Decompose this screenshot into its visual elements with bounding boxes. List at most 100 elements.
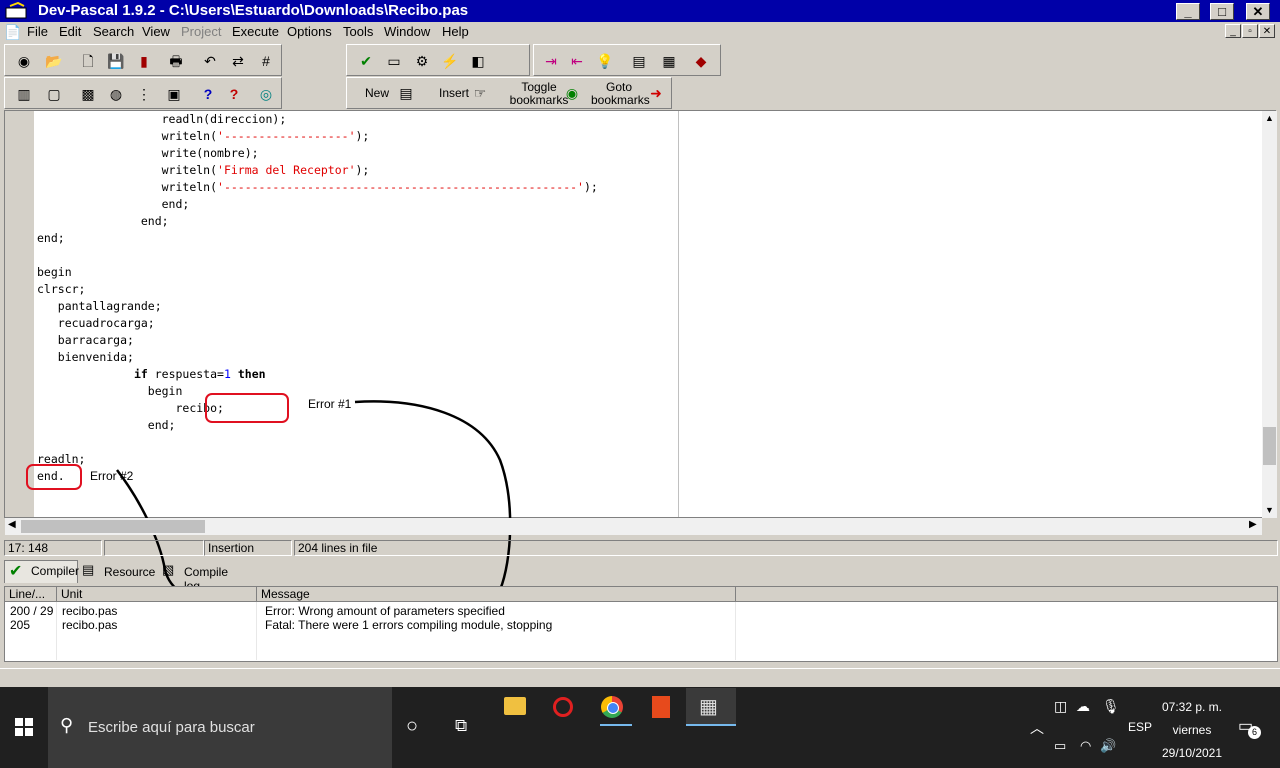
horizontal-scroll-thumb[interactable] (21, 520, 205, 533)
save-icon[interactable]: 💾 (107, 52, 125, 70)
office-icon[interactable] (652, 696, 670, 718)
volume-icon[interactable]: 🔊 (1100, 738, 1116, 754)
open-file-icon[interactable]: 📂 (45, 52, 63, 70)
toggle-bookmarks-button[interactable]: Toggle bookmarks ◉ (507, 78, 585, 108)
wifi-icon[interactable]: ◠ (1080, 738, 1091, 754)
mdi-close-button[interactable]: ✕ (1259, 24, 1275, 38)
column-header-line[interactable]: Line/... (5, 587, 57, 602)
code-line[interactable]: bienvenida; (37, 349, 134, 366)
tab-resource[interactable]: ▤ Resource (80, 560, 156, 582)
indent-icon[interactable]: ⇥ (542, 52, 560, 70)
compile-icon[interactable]: ✔ (357, 52, 375, 70)
rebuild-all-icon[interactable]: ⚡ (441, 52, 459, 70)
dev-pascal-app-icon[interactable] (4, 2, 30, 20)
app-red-icon[interactable] (553, 697, 573, 717)
task-view-icon[interactable]: ⧉ (455, 716, 467, 736)
mdi-minimize-button[interactable]: _ (1225, 24, 1241, 38)
code-line[interactable]: writeln('------------------'); (37, 128, 370, 145)
clock[interactable]: 07:32 p. m. viernes 29/10/2021 (1150, 698, 1234, 760)
compile-run-icon[interactable]: ⚙ (413, 52, 431, 70)
code-line[interactable]: write(nombre); (37, 145, 259, 162)
context-help-icon[interactable]: ? (225, 85, 243, 103)
table-row[interactable]: 200 / 29 recibo.pas Error: Wrong amount … (5, 604, 1277, 618)
menu-tools[interactable]: Tools (343, 24, 373, 39)
menu-window[interactable]: Window (384, 24, 430, 39)
code-line[interactable]: end; (37, 213, 169, 230)
tab-compiler[interactable]: ✔ Compiler (4, 560, 79, 583)
code-line[interactable]: end; (37, 230, 65, 247)
tree-icon[interactable]: ⋮ (135, 85, 153, 103)
code-line[interactable]: barracarga; (37, 332, 134, 349)
file-explorer-icon[interactable] (504, 697, 526, 715)
project-options-icon[interactable]: ▦ (660, 52, 678, 70)
goto-bookmarks-button[interactable]: Goto bookmarks ➜ (587, 78, 671, 108)
insert-button[interactable]: Insert ☞ (435, 78, 505, 108)
taskbar-search-box[interactable]: ⚲ Escribe aquí para buscar (48, 687, 392, 768)
new-button[interactable]: New ▤ (355, 78, 431, 108)
code-lines[interactable]: readln(direccion); writeln('------------… (37, 111, 1257, 517)
code-line[interactable]: if respuesta=1 then (37, 366, 266, 383)
maximize-button[interactable]: □ (1210, 3, 1234, 20)
battery-icon[interactable]: ▭ (1054, 738, 1066, 754)
disk-icon[interactable]: ◍ (107, 85, 125, 103)
add-to-project-icon[interactable]: ▤ (630, 52, 648, 70)
new-file-icon[interactable]: 🗋 (79, 52, 97, 70)
cortana-icon[interactable]: ○ (406, 715, 418, 738)
chevron-up-icon[interactable]: ︿ (1030, 718, 1044, 738)
code-line[interactable]: begin (37, 264, 72, 281)
code-line[interactable]: recuadrocarga; (37, 315, 155, 332)
run-icon[interactable]: ▭ (385, 52, 403, 70)
meet-now-icon[interactable]: ◫ (1054, 698, 1067, 715)
debug-icon[interactable]: ◧ (469, 52, 487, 70)
vertical-scroll-thumb[interactable] (1263, 427, 1276, 465)
web-icon[interactable]: ◎ (257, 85, 275, 103)
help-icon[interactable]: ? (199, 85, 217, 103)
column-header-message[interactable]: Message (257, 587, 736, 602)
goto-line-icon[interactable]: # (257, 52, 275, 70)
scroll-up-arrow-icon[interactable]: ▲ (1265, 113, 1274, 123)
project-icon[interactable]: ▥ (15, 85, 33, 103)
menu-file[interactable]: File (27, 24, 48, 39)
resource-icon[interactable]: ▩ (79, 85, 97, 103)
menu-help[interactable]: Help (442, 24, 469, 39)
eraser-icon[interactable]: ◆ (692, 52, 710, 70)
lightbulb-icon[interactable]: 💡 (596, 52, 614, 70)
horizontal-scrollbar[interactable]: ◀ ▶ (5, 518, 1262, 535)
code-line[interactable]: end; (37, 417, 176, 434)
code-line[interactable]: pantallagrande; (37, 298, 162, 315)
code-line[interactable]: readln(direccion); (37, 111, 287, 128)
microphone-icon[interactable]: 🎙 (1102, 698, 1120, 715)
open-project-icon[interactable]: ◉ (15, 52, 33, 70)
unindent-icon[interactable]: ⇤ (568, 52, 586, 70)
mdi-restore-button[interactable]: ▫ (1242, 24, 1258, 38)
code-line[interactable]: begin (37, 383, 183, 400)
table-row[interactable]: 205 recibo.pas Fatal: There were 1 error… (5, 618, 1277, 632)
code-line[interactable]: writeln('-------------------------------… (37, 179, 598, 196)
print-icon[interactable]: 🖶 (167, 52, 185, 70)
language-indicator[interactable]: ESP (1128, 720, 1152, 734)
close-button[interactable]: ✕ (1246, 3, 1270, 20)
menu-execute[interactable]: Execute (232, 24, 279, 39)
windows-start-icon[interactable] (15, 718, 33, 736)
chrome-icon[interactable] (601, 696, 623, 718)
scroll-left-arrow-icon[interactable]: ◀ (8, 519, 16, 530)
code-line[interactable]: recibo; (37, 400, 223, 417)
undo-icon[interactable]: ↶ (201, 52, 219, 70)
document-icon[interactable]: 📄 (4, 24, 21, 41)
menu-options[interactable]: Options (287, 24, 332, 39)
minimize-button[interactable]: _ (1176, 3, 1200, 20)
column-header-unit[interactable]: Unit (57, 587, 257, 602)
dev-pascal-taskbar-button[interactable]: ▦ (686, 688, 736, 726)
replace-icon[interactable]: ⇄ (229, 52, 247, 70)
window-icon[interactable]: ▢ (45, 85, 63, 103)
onedrive-icon[interactable]: ☁ (1076, 698, 1090, 715)
tab-compile-log[interactable]: ▧ Compile log (160, 560, 246, 593)
code-line[interactable]: writeln('Firma del Receptor'); (37, 162, 370, 179)
code-line[interactable]: end; (37, 196, 190, 213)
close-file-icon[interactable]: ▮ (135, 52, 153, 70)
vertical-scrollbar[interactable]: ▲ ▼ (1262, 111, 1277, 518)
scroll-right-arrow-icon[interactable]: ▶ (1249, 519, 1257, 530)
notifications-button[interactable]: ▭ 6 (1238, 716, 1262, 740)
menu-project[interactable]: Project (181, 24, 221, 39)
debug-step-icon[interactable]: ▣ (165, 85, 183, 103)
